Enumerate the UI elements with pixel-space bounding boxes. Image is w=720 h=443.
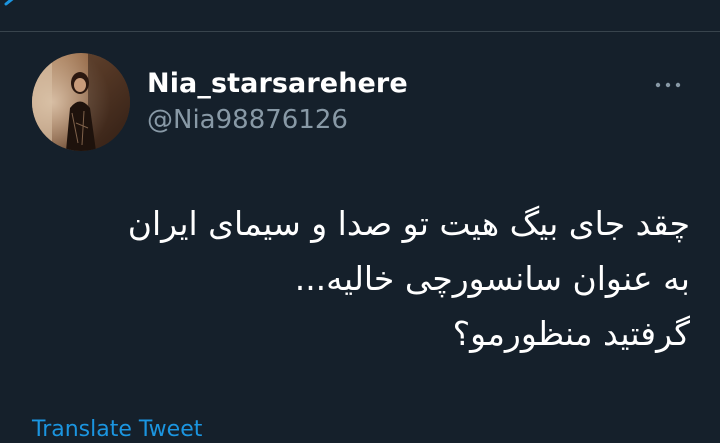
header-divider	[0, 31, 720, 32]
tweet-text: چقد جای بیگ هیت تو صدا و سیمای ایران به …	[30, 196, 690, 361]
more-horizontal-icon[interactable]	[651, 75, 685, 95]
tweet-line-3: گرفتید منظورمو؟	[452, 314, 690, 353]
avatar-image	[32, 53, 130, 151]
translate-tweet-link[interactable]: Translate Tweet	[32, 417, 202, 442]
back-arrow-icon[interactable]	[4, 0, 18, 6]
author-handle[interactable]: @Nia98876126	[147, 105, 348, 135]
tweet-line-2: به عنوان سانسورچی خالیه...	[294, 259, 690, 298]
header-title-fragment	[348, 0, 378, 2]
top-bar	[0, 0, 720, 32]
avatar[interactable]	[32, 53, 130, 151]
tweet-line-1: چقد جای بیگ هیت تو صدا و سیمای ایران	[127, 204, 690, 243]
author-display-name[interactable]: Nia_starsarehere	[147, 68, 408, 99]
